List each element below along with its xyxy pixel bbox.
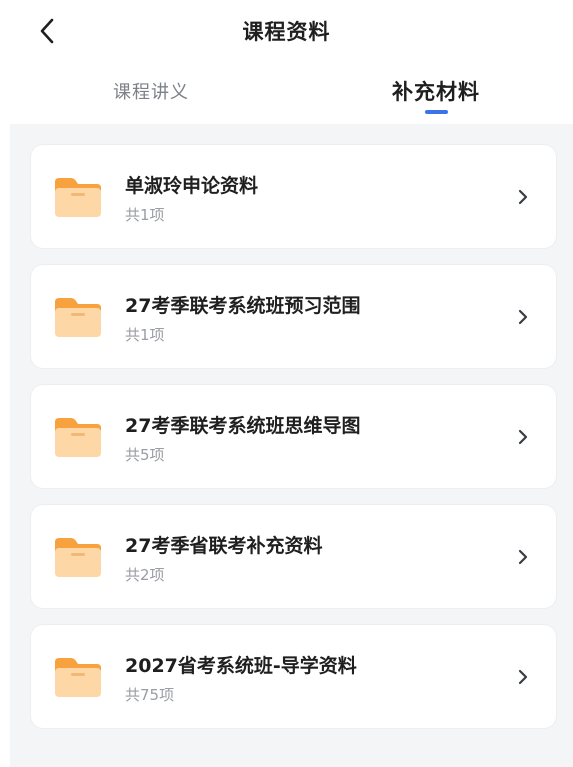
- folder-icon: [55, 538, 101, 577]
- folder-icon: [55, 298, 101, 337]
- folder-name: 单淑玲申论资料: [125, 175, 259, 197]
- folder-icon: [55, 178, 101, 217]
- folder-item[interactable]: 27考季联考系统班预习范围 共1项: [31, 265, 556, 368]
- folder-count: 共75项: [125, 686, 175, 704]
- folder-item[interactable]: 27考季省联考补充资料 共2项: [31, 505, 556, 608]
- chevron-right-icon: [518, 309, 528, 325]
- folder-item[interactable]: 27考季联考系统班思维导图 共5项: [31, 385, 556, 488]
- folder-list: 单淑玲申论资料 共1项 27考季联考系统班预习范围 共1项 27考季联考系统班思…: [10, 124, 573, 767]
- chevron-right-icon: [518, 429, 528, 445]
- folder-name: 27考季联考系统班思维导图: [125, 415, 361, 437]
- folder-name: 2027省考系统班-导学资料: [125, 655, 357, 677]
- tab-courseware[interactable]: 课程讲义: [51, 78, 251, 104]
- chevron-right-icon: [518, 549, 528, 565]
- tab-bar: 课程讲义 补充材料: [0, 70, 573, 120]
- chevron-right-icon: [518, 189, 528, 205]
- folder-count: 共1项: [125, 326, 165, 344]
- folder-name: 27考季联考系统班预习范围: [125, 295, 361, 317]
- folder-item[interactable]: 2027省考系统班-导学资料 共75项: [31, 625, 556, 728]
- folder-icon: [55, 658, 101, 697]
- nav-bar: 课程资料: [0, 0, 573, 62]
- folder-item[interactable]: 单淑玲申论资料 共1项: [31, 145, 556, 248]
- folder-icon: [55, 418, 101, 457]
- active-tab-indicator: [425, 110, 448, 114]
- folder-name: 27考季省联考补充资料: [125, 535, 323, 557]
- folder-count: 共1项: [125, 206, 165, 224]
- folder-count: 共5项: [125, 446, 165, 464]
- page-title: 课程资料: [242, 20, 331, 44]
- chevron-right-icon: [518, 669, 528, 685]
- tab-supplementary-materials[interactable]: 补充材料: [336, 76, 536, 106]
- folder-count: 共2项: [125, 566, 165, 584]
